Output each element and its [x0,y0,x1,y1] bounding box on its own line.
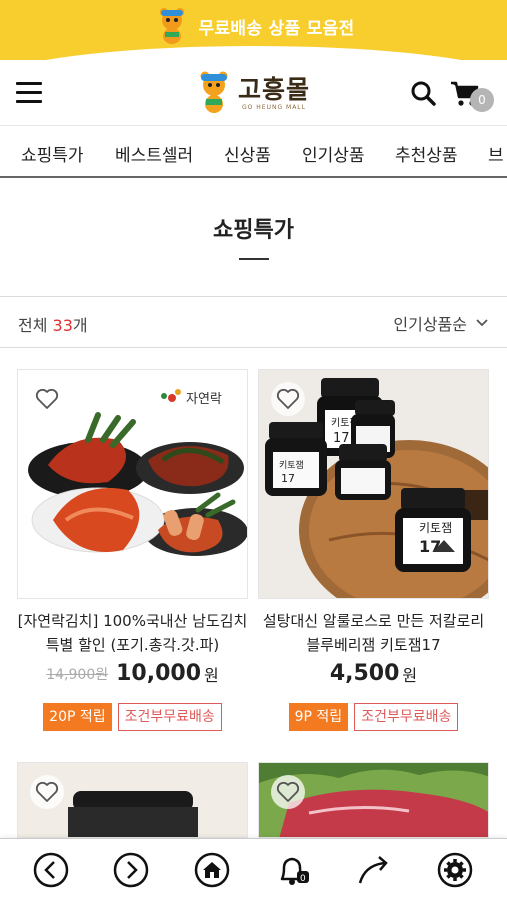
sale-price: 4,500 [329,661,400,686]
share-icon[interactable] [355,851,393,889]
nav-item-shopping-deals[interactable]: 쇼핑특가 [21,141,84,166]
product-image[interactable] [17,762,248,838]
currency-unit: 원 [402,665,418,685]
sale-price: 10,000 [116,661,202,686]
product-card[interactable] [258,762,489,838]
logo-text: 고흥몰 [238,74,311,104]
product-tags: 20P 적립 조건부무료배송 [17,703,248,731]
svg-text:17: 17 [281,472,295,485]
category-nav: 쇼핑특가 베스트셀러 신상품 인기상품 추천상품 브 [0,126,507,178]
home-icon[interactable] [193,851,231,889]
title-underline [239,258,269,260]
list-toolbar: 전체 33개 인기상품순 [0,296,507,348]
svg-text:키토잼: 키토잼 [279,460,304,471]
notification-bell-icon[interactable]: 0 [273,851,311,889]
forward-icon[interactable] [112,851,150,889]
brand-mark: 자연락 [186,392,222,407]
point-badge: 20P 적립 [43,703,112,731]
product-name[interactable]: 설탕대신 알룰로스로 만든 저칼로리 블루베리잼 키토잼17 [258,609,489,657]
product-image[interactable] [258,762,489,838]
product-name[interactable]: [자연락김치] 100%국내산 남도김치 특별 할인 (포기.총각.갓.파) [17,609,248,657]
shipping-badge: 조건부무료배송 [354,703,459,731]
settings-gear-icon[interactable] [436,851,474,889]
jar-number: 17 [419,537,441,556]
svg-text:17: 17 [333,431,350,446]
nav-item-brand[interactable]: 브 [488,141,504,166]
banner-text: 무료배송 상품 모음전 [198,18,355,39]
page-title: 쇼핑특가 [213,218,294,243]
product-count: 전체 33개 [18,316,88,335]
menu-icon[interactable] [16,82,42,104]
shipping-badge: 조건부무료배송 [117,703,222,731]
nav-item-recommended[interactable]: 추천상품 [395,141,458,166]
sort-select[interactable]: 인기상품순 [393,311,489,335]
bottom-toolbar: 0 [0,838,507,900]
original-price: 14,900원 [46,666,109,683]
search-icon[interactable] [410,80,436,106]
svg-text:0: 0 [300,874,306,884]
point-badge: 9P 적립 [288,703,349,731]
cart-count-badge: 0 [470,88,494,112]
product-card[interactable] [17,762,248,838]
product-tags: 9P 적립 조건부무료배송 [258,703,489,731]
price-row: 14,900원 10,000 원 [17,661,248,686]
site-header: 고흥몰 GO HEUNG MALL 0 [0,60,507,126]
tiger-mascot-icon [159,8,184,44]
sort-label: 인기상품순 [393,315,467,334]
cart-button[interactable]: 0 [450,78,494,112]
logo-subtext: GO HEUNG MALL [242,103,306,111]
wishlist-heart-icon[interactable] [271,382,305,416]
currency-unit: 원 [204,665,219,685]
price-row: 4,500 원 [258,661,489,686]
promo-banner[interactable]: 무료배송 상품 모음전 [0,0,507,60]
nav-item-bestseller[interactable]: 베스트셀러 [115,141,193,166]
jar-label: 키토잼 [419,521,452,535]
product-image[interactable]: 키토잼 17 키토잼 17 키토잼 17 [258,369,489,599]
banner-wave [0,46,507,60]
wishlist-heart-icon[interactable] [30,775,64,809]
product-image[interactable]: 자연락 [17,369,248,599]
nav-item-popular[interactable]: 인기상품 [302,141,365,166]
chevron-down-icon [476,319,488,327]
wishlist-heart-icon[interactable] [30,382,64,416]
count-number: 33 [52,316,73,335]
tiger-logo-icon [200,71,228,113]
back-icon[interactable] [32,851,70,889]
product-card[interactable]: 키토잼 17 키토잼 17 키토잼 17 설탕대신 알룰로스로 만든 저칼로리 … [258,369,489,739]
nav-item-new[interactable]: 신상품 [224,141,271,166]
site-logo[interactable]: 고흥몰 GO HEUNG MALL [196,68,311,118]
product-card[interactable]: 자연락 [자연락김치] 100%국내산 남도김치 특별 할인 (포기.총각.갓.… [17,369,248,739]
wishlist-heart-icon[interactable] [271,775,305,809]
